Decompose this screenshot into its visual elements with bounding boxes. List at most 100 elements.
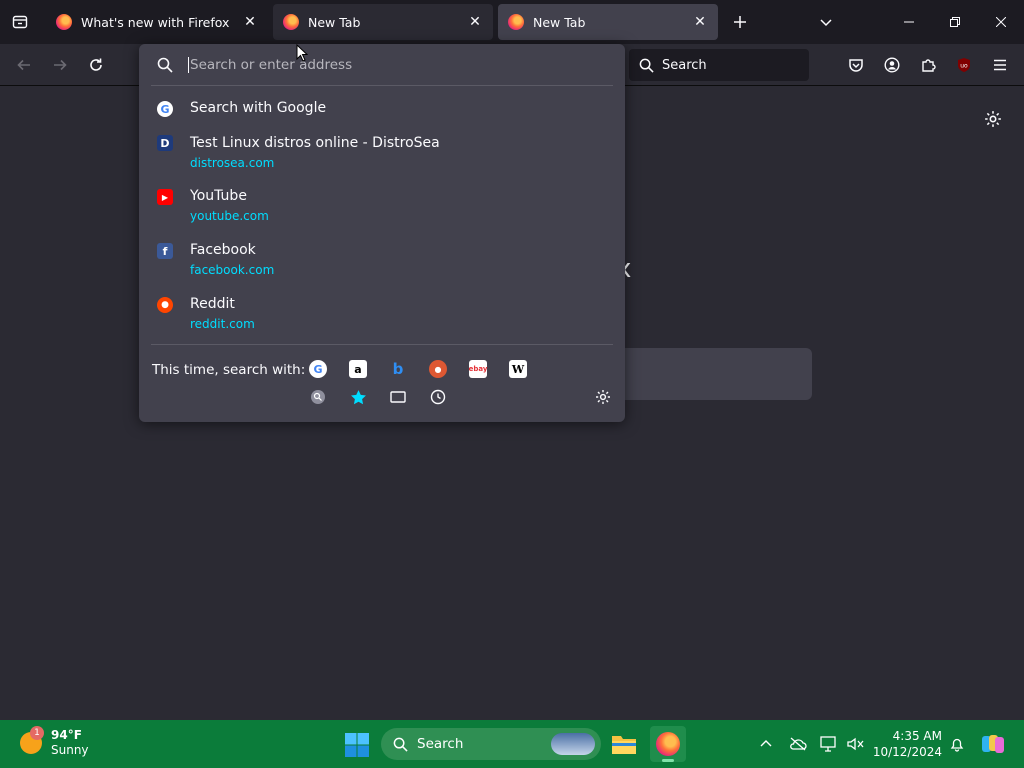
restore-button[interactable] xyxy=(932,0,978,44)
urlbar-input[interactable] xyxy=(188,57,588,73)
account-button[interactable] xyxy=(878,51,906,79)
folder-icon xyxy=(612,736,636,754)
menu-button[interactable] xyxy=(986,51,1014,79)
search-bar-placeholder: Search xyxy=(662,57,707,73)
notifications-button[interactable] xyxy=(946,733,968,755)
tab-icon xyxy=(390,391,406,403)
firefox-view-button[interactable] xyxy=(0,0,40,44)
close-icon[interactable]: ✕ xyxy=(242,14,258,30)
restore-icon xyxy=(950,17,960,27)
back-button[interactable] xyxy=(10,51,38,79)
result-youtube[interactable]: ▶ YouTube youtube.com xyxy=(149,184,615,228)
search-settings-button[interactable] xyxy=(594,388,612,406)
tab-label: New Tab xyxy=(308,14,361,30)
youtube-icon: ▶ xyxy=(157,189,173,205)
show-hidden-icons-button[interactable] xyxy=(755,733,777,755)
notification-badge: 1 xyxy=(30,726,44,740)
duckduckgo-engine-button[interactable]: ● xyxy=(429,360,447,378)
result-facebook[interactable]: f Facebook facebook.com xyxy=(149,238,615,282)
tab-label: New Tab xyxy=(533,14,586,30)
taskbar-search-label: Search xyxy=(417,736,464,752)
gear-icon xyxy=(985,111,1001,127)
clock-date: 10/12/2024 xyxy=(872,745,942,759)
arrow-right-icon xyxy=(54,59,67,71)
bing-engine-button[interactable]: b xyxy=(389,360,407,378)
firefox-logo-icon xyxy=(56,14,72,30)
result-search-with-google[interactable]: G Search with Google xyxy=(149,94,615,124)
arrow-left-icon xyxy=(17,59,30,71)
distrosea-icon: D xyxy=(157,135,173,151)
reload-icon xyxy=(90,58,102,71)
mouse-cursor-icon xyxy=(296,44,308,62)
search-icon xyxy=(639,58,654,73)
page-search-box[interactable] xyxy=(600,348,812,400)
clock-time: 4:35 AM xyxy=(892,729,942,743)
pocket-button[interactable] xyxy=(842,51,870,79)
plus-icon xyxy=(734,16,746,28)
taskbar-search[interactable]: Search xyxy=(381,728,601,760)
tab-new-tab-1[interactable]: New Tab ✕ xyxy=(273,4,493,40)
pocket-icon xyxy=(849,59,863,72)
result-url: facebook.com xyxy=(190,263,275,277)
clock-icon xyxy=(430,389,446,405)
sun-icon: 1 xyxy=(20,726,44,754)
forward-button[interactable] xyxy=(46,51,74,79)
result-url: distrosea.com xyxy=(190,156,275,170)
firefox-taskbar-button[interactable] xyxy=(650,726,686,762)
file-explorer-button[interactable] xyxy=(606,726,642,762)
clock[interactable]: 4:35 AM 10/12/2024 xyxy=(872,728,942,760)
tab-label: What's new with Firefox xyxy=(81,14,230,30)
hamburger-menu-icon xyxy=(994,59,1006,71)
close-icon[interactable]: ✕ xyxy=(692,14,708,30)
extensions-button[interactable] xyxy=(914,51,942,79)
close-window-button[interactable] xyxy=(978,0,1024,44)
result-title: Test Linux distros online - DistroSea xyxy=(190,135,440,151)
weather-widget[interactable]: 1 94°F Sunny xyxy=(20,726,89,758)
amazon-engine-button[interactable]: a xyxy=(349,360,367,378)
result-distrosea[interactable]: D Test Linux distros online - DistroSea … xyxy=(149,130,615,174)
chevron-up-icon xyxy=(760,740,772,747)
personalize-button[interactable] xyxy=(980,106,1006,132)
tab-new-tab-2[interactable]: New Tab ✕ xyxy=(498,4,718,40)
search-highlight-image xyxy=(551,733,595,755)
search-bar[interactable]: Search xyxy=(629,49,809,81)
weather-temperature: 94°F xyxy=(51,728,82,742)
tab-whats-new[interactable]: What's new with Firefox ✕ xyxy=(46,4,268,40)
bell-icon xyxy=(950,738,964,752)
google-g-icon: G xyxy=(157,101,173,117)
firefox-logo-icon xyxy=(508,14,524,30)
cloud-off-icon xyxy=(790,737,807,751)
tab-strip: What's new with Firefox ✕ New Tab ✕ New … xyxy=(0,0,1024,44)
minimize-button[interactable] xyxy=(886,0,932,44)
wikipedia-engine-button[interactable]: W xyxy=(509,360,527,378)
urlbar[interactable] xyxy=(139,44,625,86)
ebay-engine-button[interactable]: ebay xyxy=(469,360,487,378)
volume-button[interactable] xyxy=(844,733,866,755)
search-icon xyxy=(157,57,173,73)
history-search-button[interactable] xyxy=(309,388,327,406)
reddit-icon: ● xyxy=(157,297,173,313)
reload-button[interactable] xyxy=(82,51,110,79)
copilot-button[interactable] xyxy=(980,733,1006,755)
history-button[interactable] xyxy=(429,388,447,406)
new-tab-button[interactable] xyxy=(728,10,752,34)
result-reddit[interactable]: ● Reddit reddit.com xyxy=(149,292,615,336)
ublock-origin-button[interactable]: uo xyxy=(950,51,978,79)
history-search-icon xyxy=(311,390,325,404)
weather-condition: Sunny xyxy=(51,743,89,757)
google-engine-button[interactable]: G xyxy=(309,360,327,378)
bookmarks-search-button[interactable] xyxy=(349,388,367,406)
one-off-search-label: This time, search with: xyxy=(152,362,306,378)
minimize-icon xyxy=(904,21,914,23)
firefox-logo-icon xyxy=(656,732,680,756)
tabs-search-button[interactable] xyxy=(389,388,407,406)
active-indicator xyxy=(662,759,674,762)
start-button[interactable] xyxy=(344,732,370,758)
network-button[interactable] xyxy=(818,733,840,755)
search-icon xyxy=(393,737,408,752)
list-all-tabs-button[interactable] xyxy=(814,10,838,34)
svg-text:uo: uo xyxy=(960,63,968,70)
onedrive-button[interactable] xyxy=(787,733,809,755)
result-title: YouTube xyxy=(190,188,247,204)
close-icon[interactable]: ✕ xyxy=(467,14,483,30)
